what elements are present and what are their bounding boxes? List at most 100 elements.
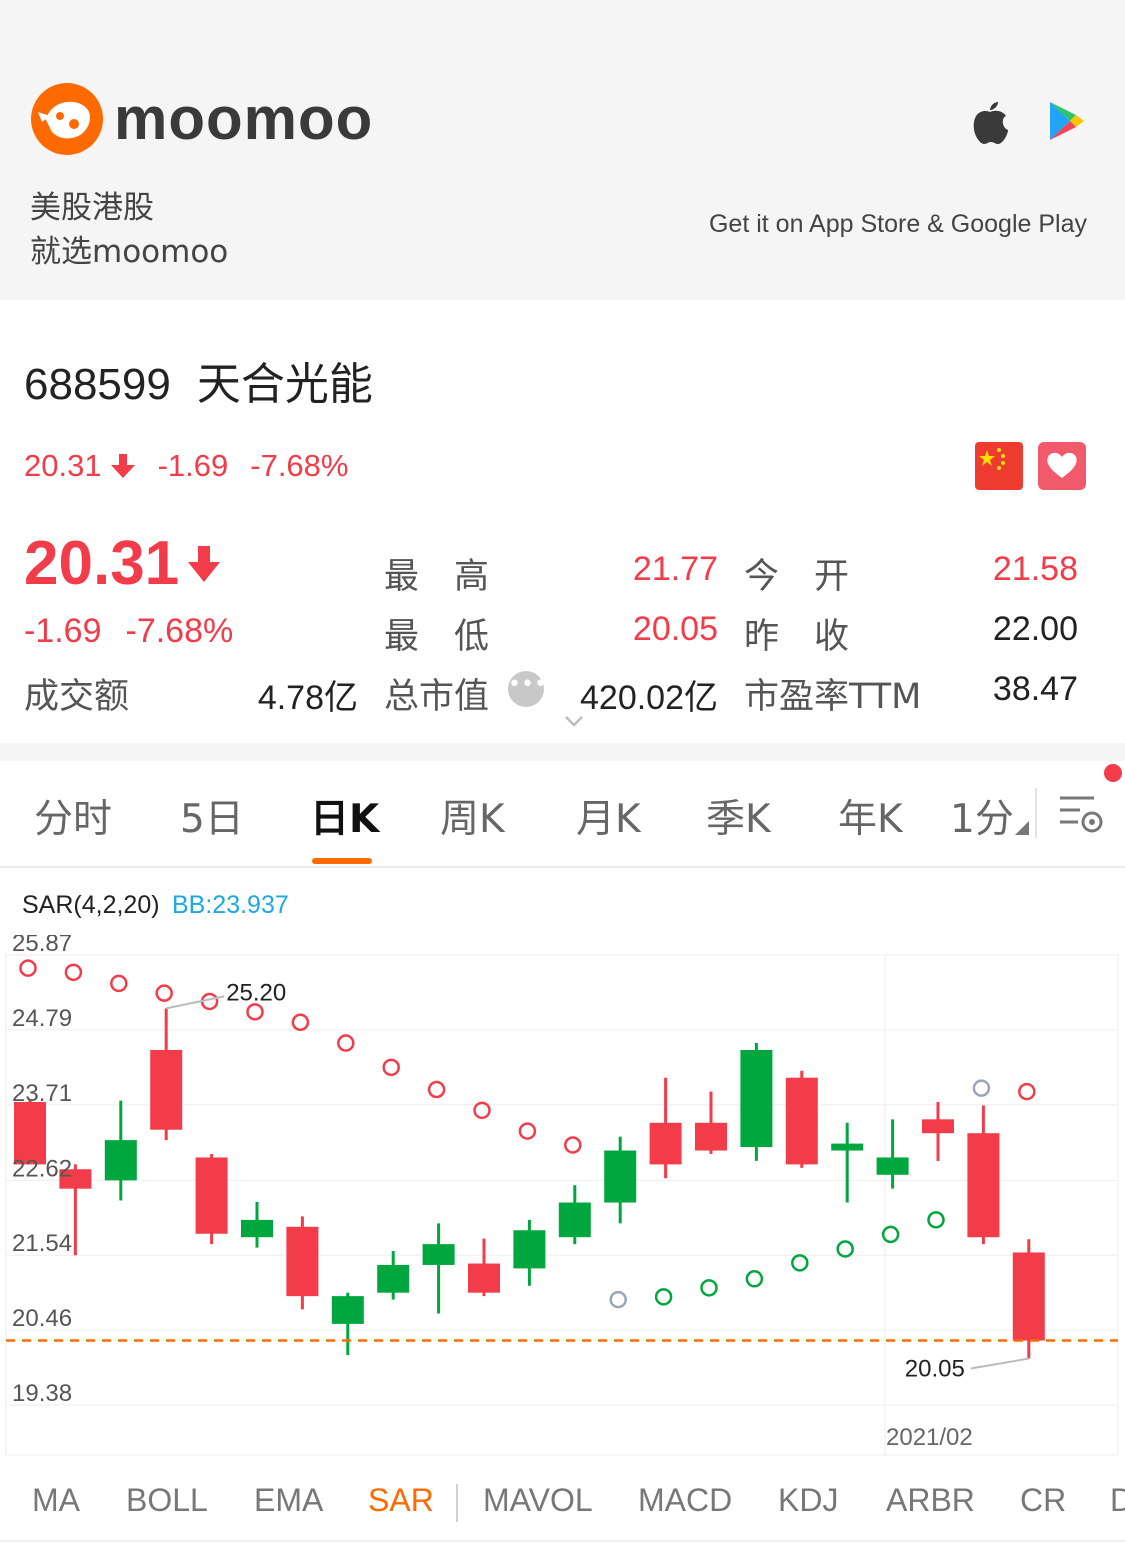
candle-body — [649, 1122, 682, 1165]
y-tick-label: 22.62 — [12, 1155, 72, 1182]
current-change-pct: -7.68% — [125, 612, 234, 650]
indicator-kdj[interactable]: KDJ — [778, 1482, 838, 1519]
tab-5day[interactable]: 5日 — [180, 788, 244, 844]
indicator-arbr[interactable]: ARBR — [886, 1482, 975, 1519]
tab-daily-k[interactable]: 日K — [310, 788, 379, 844]
low-value: 20.05 — [632, 610, 718, 648]
candle-body — [922, 1119, 954, 1134]
tab-quarterly-k[interactable]: 季K — [706, 788, 771, 844]
banner-slogan-line1: 美股港股 — [30, 190, 154, 226]
candle-body — [967, 1133, 1000, 1238]
indicator-boll[interactable]: BOLL — [126, 1482, 208, 1519]
store-download-text[interactable]: Get it on App Store & Google Play — [709, 210, 1087, 239]
app-download-banner[interactable]: moomoo 美股港股 就选moomoo Get it on App Store… — [0, 0, 1125, 300]
indicator-name: SAR(4,2,20) — [22, 891, 160, 919]
sar-point — [427, 1080, 446, 1099]
favorite-button[interactable] — [1038, 442, 1086, 490]
sar-point — [1018, 1082, 1036, 1101]
candle-body — [468, 1263, 500, 1293]
more-dots-icon[interactable]: ••• — [508, 671, 547, 707]
heart-icon — [1047, 452, 1077, 478]
candle-body — [286, 1226, 319, 1297]
candle-body — [1012, 1252, 1045, 1341]
indicator-macd[interactable]: MACD — [638, 1482, 732, 1519]
prev-close-value: 22.00 — [992, 610, 1078, 648]
candle-body — [377, 1264, 410, 1293]
sar-point — [700, 1279, 718, 1297]
sar-point — [836, 1240, 854, 1258]
min-label-leader — [970, 1357, 1029, 1370]
summary-price: 20.31 — [24, 448, 102, 483]
stock-name: 天合光能 — [196, 359, 373, 410]
moomoo-logo-icon — [31, 83, 103, 155]
y-tick-label: 25.87 — [12, 935, 72, 957]
sar-point — [246, 1003, 264, 1021]
y-tick-label: 23.71 — [12, 1080, 72, 1107]
pe-label: 市盈率TTM — [744, 677, 922, 717]
tab-monthly-k[interactable]: 月K — [576, 788, 641, 844]
google-play-icon[interactable] — [1046, 100, 1086, 142]
sar-point — [337, 1034, 355, 1052]
tab-separator — [1035, 788, 1037, 838]
candle-body — [785, 1077, 818, 1165]
active-tab-indicator — [312, 858, 372, 864]
prev-close-label: 昨 收 — [744, 617, 850, 657]
max-price-label: 25.20 — [226, 979, 286, 1006]
summary-change: -1.69 — [157, 448, 229, 483]
indicator-sar[interactable]: SAR — [368, 1482, 434, 1519]
turnover-label: 成交额 — [24, 677, 130, 717]
tab-weekly-k[interactable]: 周K — [440, 788, 505, 844]
sar-point — [382, 1058, 400, 1077]
sar-point — [291, 1013, 310, 1032]
sar-point — [110, 974, 128, 993]
tab-minute-dropdown[interactable]: 1分 — [950, 788, 1030, 844]
current-price: 20.31 — [24, 528, 221, 599]
y-tick-label: 21.54 — [12, 1230, 72, 1257]
tab-yearly-k[interactable]: 年K — [838, 788, 903, 844]
sar-point — [927, 1211, 945, 1229]
indicator-d[interactable]: D — [1110, 1482, 1125, 1519]
sar-point — [19, 959, 37, 977]
y-tick-label: 20.46 — [12, 1305, 72, 1332]
x-date-label: 2021/02 — [886, 1424, 973, 1451]
min-price-label: 20.05 — [905, 1356, 965, 1383]
sar-point — [791, 1254, 809, 1272]
sar-point — [745, 1270, 764, 1288]
stock-title: 688599 天合光能 — [24, 348, 373, 412]
indicator-mavol[interactable]: MAVOL — [483, 1482, 593, 1519]
candle-body — [695, 1122, 727, 1151]
tab-intraday[interactable]: 分时 — [34, 788, 112, 844]
indicator-ema[interactable]: EMA — [254, 1482, 323, 1519]
chevron-down-icon[interactable] — [563, 712, 585, 730]
mktcap-label: 总市值 — [384, 677, 490, 717]
candle-body — [831, 1143, 864, 1151]
indicator-ma[interactable]: MA — [32, 1482, 80, 1519]
sar-point — [654, 1288, 673, 1306]
candle-body — [331, 1296, 364, 1324]
indicator-bb-value: BB:23.937 — [172, 891, 289, 919]
apple-icon[interactable] — [968, 98, 1012, 146]
notification-dot — [1104, 764, 1122, 782]
indicator-separator — [456, 1484, 458, 1522]
sar-point — [155, 984, 173, 1002]
stock-code: 688599 — [24, 360, 171, 409]
high-value: 21.77 — [632, 550, 718, 588]
candle-body — [241, 1219, 273, 1238]
current-price-value: 20.31 — [24, 529, 180, 598]
dropdown-triangle-icon — [1014, 821, 1029, 835]
bottom-divider — [0, 1540, 1125, 1542]
open-value: 21.58 — [992, 550, 1078, 588]
summary-change-pct: -7.68% — [250, 448, 349, 483]
kline-chart[interactable]: 25.87 24.79 23.71 22.62 21.54 20.46 19.38 25.20… — [0, 935, 1125, 1460]
sar-point — [564, 1136, 582, 1154]
arrow-down-icon — [110, 454, 135, 478]
candle-body — [740, 1049, 773, 1148]
candle-body — [876, 1157, 909, 1175]
candle-body — [513, 1230, 546, 1269]
sar-point — [972, 1079, 991, 1097]
sar-point — [609, 1290, 627, 1309]
arrow-down-icon — [188, 545, 221, 582]
indicator-cr[interactable]: CR — [1020, 1482, 1066, 1519]
chart-settings-icon[interactable] — [1056, 792, 1104, 836]
high-label: 最 高 — [384, 557, 490, 597]
